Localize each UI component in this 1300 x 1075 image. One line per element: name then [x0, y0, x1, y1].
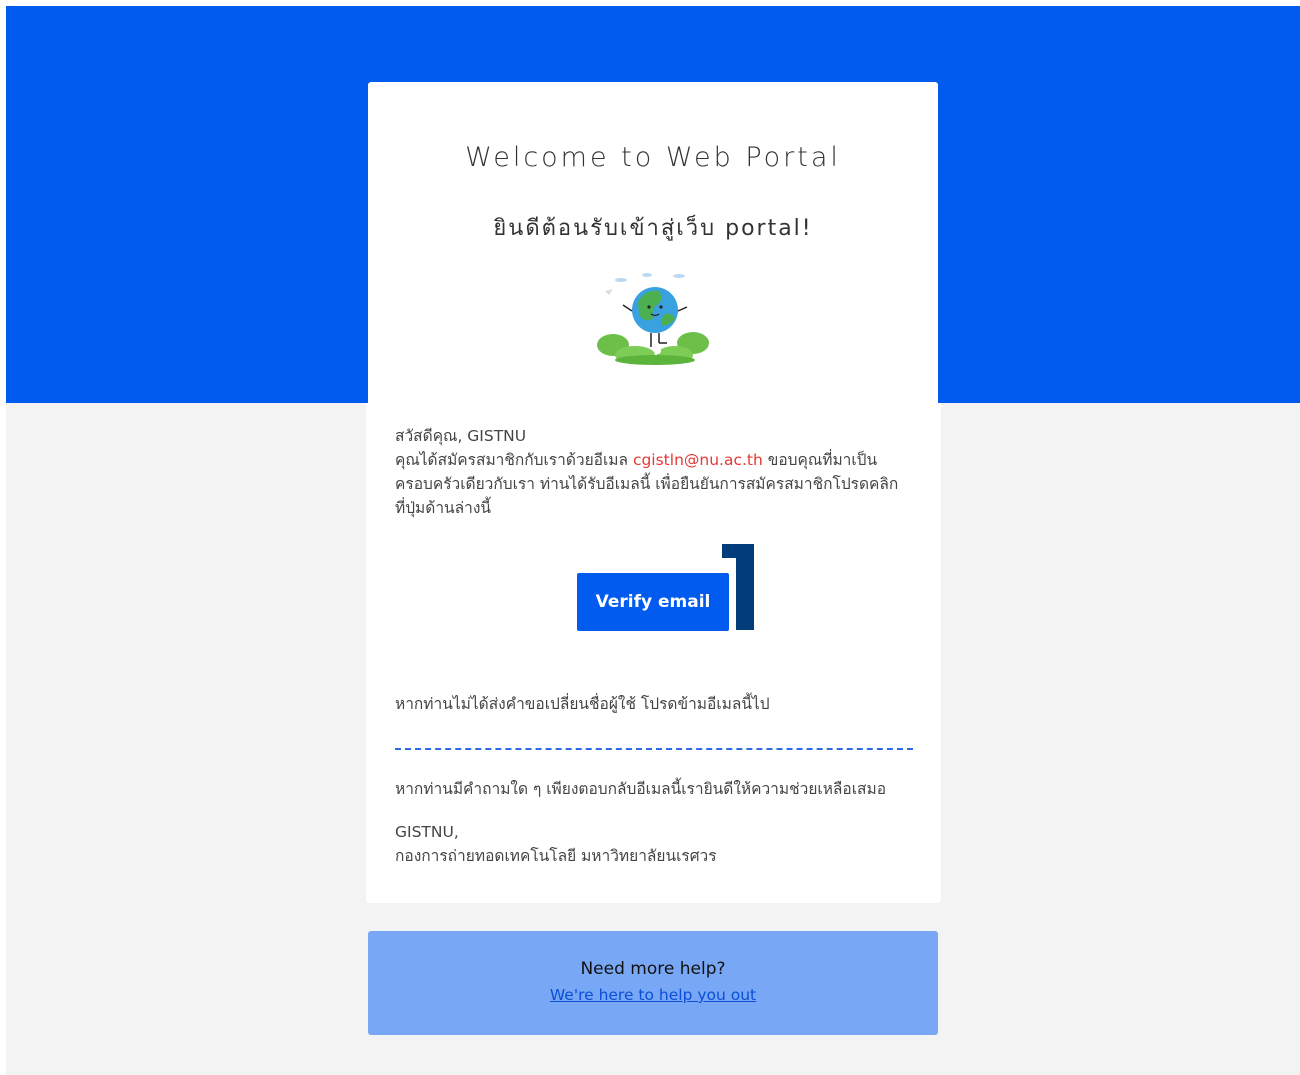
email-address[interactable]: cgistln@nu.ac.th	[633, 451, 763, 469]
intro-line-1: คุณได้สมัครสมาชิกกับเราด้วยอีเมล cgistln…	[395, 448, 920, 472]
signature-name: GISTNU,	[395, 823, 459, 841]
message-block: สวัสดีคุณ, GISTNU คุณได้สมัครสมาชิกกับเร…	[395, 424, 920, 520]
dashed-divider	[395, 748, 913, 750]
question-notice: หากท่านมีคำถามใด ๆ เพียงตอบกลับอีเมลนี้เ…	[395, 780, 887, 798]
card-header: Welcome to Web Portal ยินดีต้อนรับเข้าสู…	[368, 82, 938, 403]
card-body: สวัสดีคุณ, GISTNU คุณได้สมัครสมาชิกกับเร…	[366, 403, 941, 903]
page-title: Welcome to Web Portal	[465, 142, 841, 173]
ignore-notice: หากท่านไม่ได้ส่งคำขอเปลี่ยนชื่อผู้ใช้ โป…	[395, 695, 770, 713]
intro-thanks-text: ขอบคุณที่มาเป็น	[767, 451, 878, 469]
step-number-marker	[722, 544, 754, 630]
help-link[interactable]: We're here to help you out	[368, 986, 938, 1004]
verify-email-button[interactable]: Verify email	[577, 573, 729, 631]
help-title: Need more help?	[580, 959, 726, 979]
earth-mascot-illustration	[597, 273, 709, 365]
intro-text: คุณได้สมัครสมาชิกกับเราด้วยอีเมล	[395, 451, 628, 469]
signature-organization: กองการถ่ายทอดเทคโนโลยี มหาวิทยาลัยนเรศวร	[395, 847, 717, 865]
help-box: Need more help? We're here to help you o…	[368, 931, 938, 1035]
greeting-text: สวัสดีคุณ, GISTNU	[395, 427, 527, 445]
page-subtitle: ยินดีต้อนรับเข้าสู่เว็บ portal!	[493, 216, 813, 241]
intro-line-2: ครอบครัวเดียวกับเรา ท่านได้รับอีเมลนี้ เ…	[395, 475, 899, 493]
intro-line-3: ที่ปุ่มด้านล่างนี้	[395, 499, 492, 517]
signature: GISTNU, กองการถ่ายทอดเทคโนโลยี มหาวิทยาล…	[395, 820, 920, 868]
